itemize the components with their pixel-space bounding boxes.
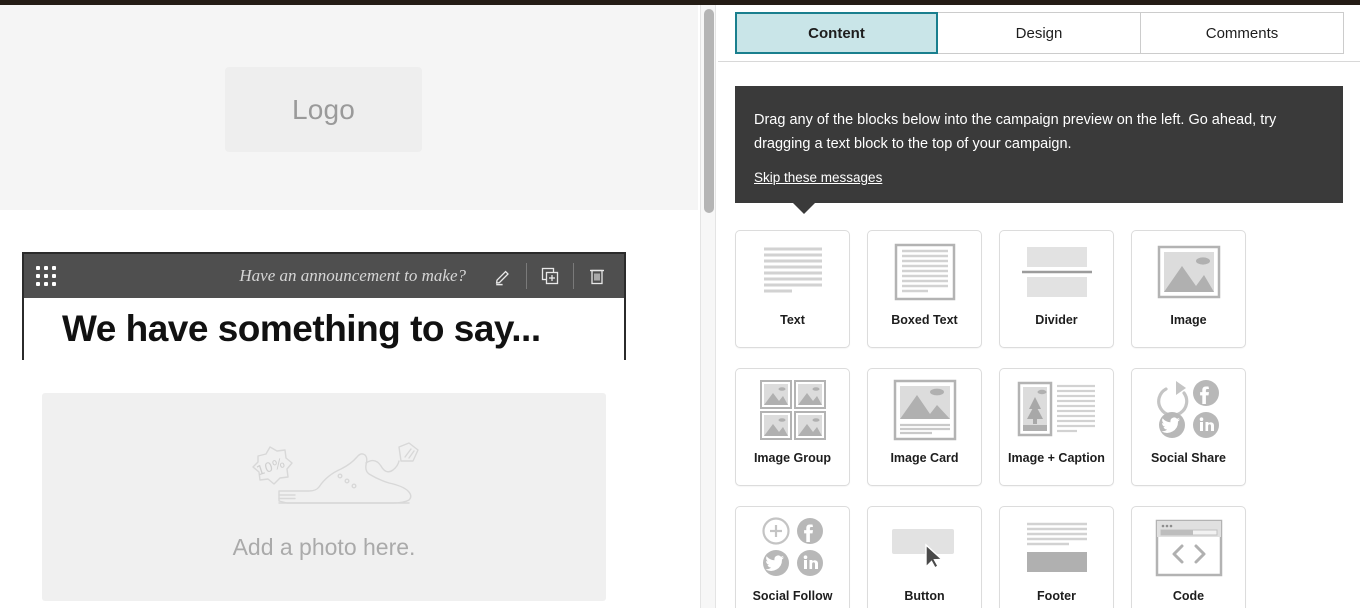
block-card-image-card[interactable]: Image Card <box>867 368 982 486</box>
block-label: Footer <box>1037 589 1076 603</box>
block-card-divider[interactable]: Divider <box>999 230 1114 348</box>
skip-messages-link[interactable]: Skip these messages <box>754 170 882 185</box>
footer-icon <box>1000 507 1113 589</box>
text-block-heading: We have something to say... <box>62 308 541 350</box>
button-icon <box>868 507 981 589</box>
block-card-button[interactable]: Button <box>867 506 982 608</box>
block-label: Boxed Text <box>891 313 957 327</box>
social-follow-icon <box>736 507 849 589</box>
boxed-text-icon <box>868 231 981 313</box>
block-label: Social Share <box>1151 451 1226 465</box>
campaign-preview-pane: Logo Have an announcement to make? <box>0 5 698 608</box>
tab-bar-underline <box>718 61 1360 62</box>
tab-design[interactable]: Design <box>938 12 1141 54</box>
tab-comments[interactable]: Comments <box>1141 12 1344 54</box>
block-label: Text <box>780 313 805 327</box>
photo-placeholder-caption: Add a photo here. <box>233 534 416 561</box>
block-label: Image Group <box>754 451 831 465</box>
block-card-image-group[interactable]: Image Group <box>735 368 850 486</box>
content-panel: Content Design Comments Drag any of the … <box>718 5 1360 608</box>
selected-text-block[interactable]: Have an announcement to make? <box>22 252 626 360</box>
block-toolbar-actions <box>480 254 620 298</box>
image-icon <box>1132 231 1245 313</box>
preview-scrollbar[interactable] <box>700 5 716 608</box>
photo-placeholder-block[interactable]: 10% Add a photo here. <box>42 393 606 601</box>
block-card-code[interactable]: Code <box>1131 506 1246 608</box>
logo-placeholder[interactable]: Logo <box>225 67 422 152</box>
drag-handle-icon[interactable] <box>36 265 58 287</box>
onboarding-hint-text: Drag any of the blocks below into the ca… <box>754 108 1314 156</box>
duplicate-icon[interactable] <box>527 254 573 298</box>
block-label: Image <box>1170 313 1206 327</box>
panel-tab-bar: Content Design Comments <box>735 12 1344 54</box>
content-block-grid: Text <box>735 230 1343 608</box>
block-label: Code <box>1173 589 1204 603</box>
divider-icon <box>1000 231 1113 313</box>
scrollbar-thumb[interactable] <box>704 9 714 213</box>
onboarding-hint-bubble: Drag any of the blocks below into the ca… <box>735 86 1343 203</box>
block-card-boxed-text[interactable]: Boxed Text <box>867 230 982 348</box>
block-card-image-caption[interactable]: Image + Caption <box>999 368 1114 486</box>
text-lines-icon <box>736 231 849 313</box>
hint-bubble-arrow <box>793 203 815 214</box>
text-block-body[interactable]: We have something to say... <box>24 298 624 360</box>
tab-content[interactable]: Content <box>735 12 938 54</box>
image-caption-icon <box>1000 369 1113 451</box>
block-label: Social Follow <box>753 589 833 603</box>
image-card-icon <box>868 369 981 451</box>
block-card-footer[interactable]: Footer <box>999 506 1114 608</box>
block-card-social-share[interactable]: Social Share <box>1131 368 1246 486</box>
preview-header-section: Logo <box>0 5 698 210</box>
discount-badge-text: 10% <box>254 456 286 479</box>
block-label: Divider <box>1035 313 1077 327</box>
social-share-icon <box>1132 369 1245 451</box>
block-toolbar-hint: Have an announcement to make? <box>239 266 466 286</box>
code-icon <box>1132 507 1245 589</box>
tab-design-label: Design <box>1016 25 1063 42</box>
shoe-with-10-percent-badge-illustration: 10% <box>217 433 432 528</box>
pencil-icon[interactable] <box>480 254 526 298</box>
block-card-text[interactable]: Text <box>735 230 850 348</box>
tab-content-label: Content <box>808 25 865 42</box>
trash-icon[interactable] <box>574 254 620 298</box>
block-card-social-follow[interactable]: Social Follow <box>735 506 850 608</box>
block-label: Image + Caption <box>1008 451 1105 465</box>
block-label: Button <box>904 589 944 603</box>
tab-comments-label: Comments <box>1206 25 1279 42</box>
block-card-image[interactable]: Image <box>1131 230 1246 348</box>
block-toolbar: Have an announcement to make? <box>24 254 624 298</box>
logo-placeholder-label: Logo <box>292 94 355 126</box>
image-group-icon <box>736 369 849 451</box>
block-label: Image Card <box>890 451 958 465</box>
